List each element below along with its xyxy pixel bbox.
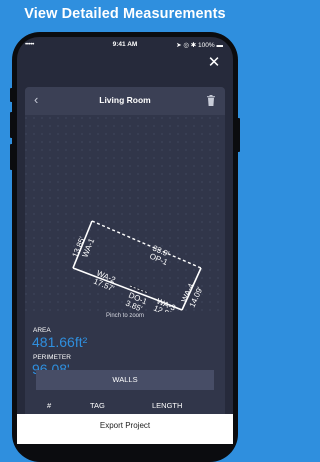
walls-button[interactable]: WALLS [36, 370, 214, 390]
headline: View Detailed Measurements [24, 6, 226, 22]
phone-side-button [10, 112, 13, 138]
room-title: Living Room [99, 95, 151, 105]
column-header-length: LENGTH [152, 401, 183, 410]
area-label: AREA [33, 327, 51, 334]
trash-icon[interactable] [206, 95, 216, 106]
status-icons: ➤ ◎ ✱ 100% ▬ [176, 42, 223, 49]
perimeter-label: PERIMETER [33, 354, 71, 361]
phone-side-button [10, 144, 13, 170]
phone-side-button [10, 88, 13, 102]
app-screen: ••••• 9:41 AM ➤ ◎ ✱ 100% ▬ ✕ ‹ Living Ro… [17, 37, 233, 444]
column-header-number: # [47, 401, 52, 410]
status-bar: ••••• 9:41 AM ➤ ◎ ✱ 100% ▬ [17, 37, 233, 51]
close-icon: ✕ [207, 54, 221, 71]
pinch-hint: Pinch to zoom [105, 313, 145, 319]
area-value: 481.66ft² [32, 334, 88, 350]
column-header-tag: TAG [90, 401, 105, 410]
export-project-button[interactable]: Export Project [17, 414, 233, 444]
room-header: ‹ Living Room [25, 87, 225, 115]
close-button[interactable]: ✕ [205, 54, 223, 72]
phone-side-button [237, 118, 240, 152]
floor-plan[interactable]: 13.85' WA-1 33.9' OP-1 WA-2 17.57' DO-1 … [25, 117, 225, 312]
